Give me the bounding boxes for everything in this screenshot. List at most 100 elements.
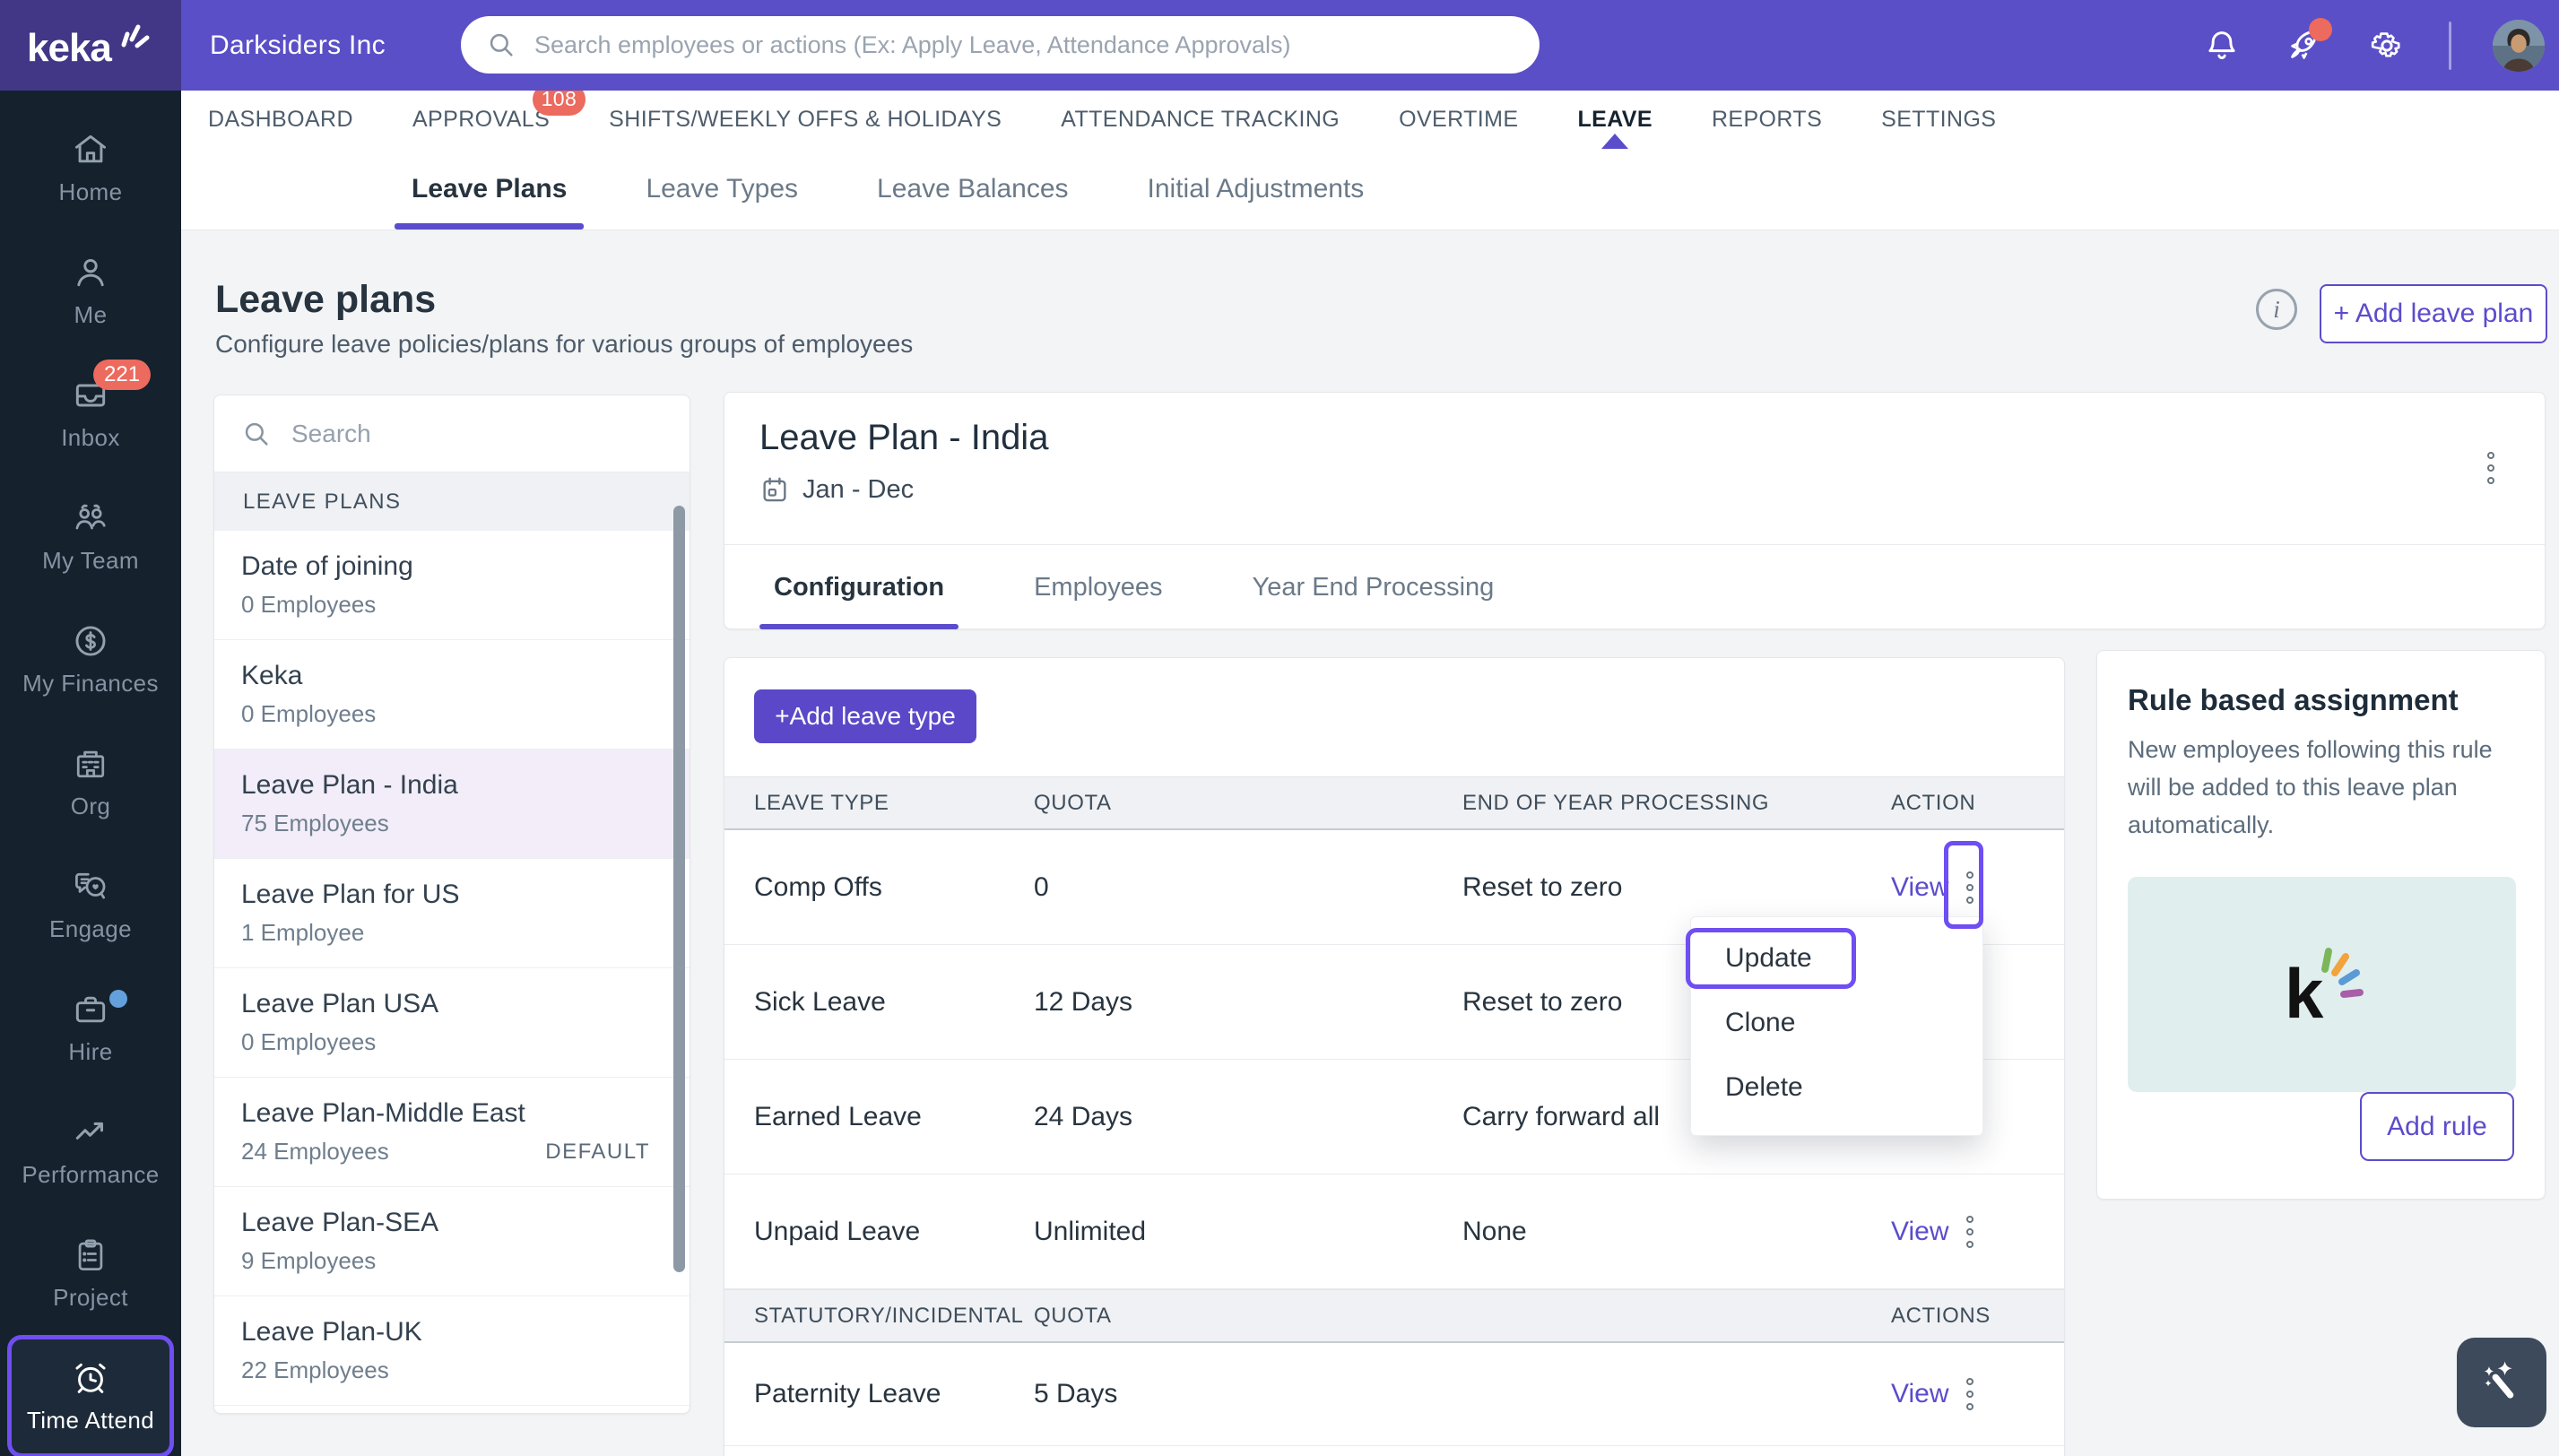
finances-icon <box>71 621 110 661</box>
plan-employee-count: 0 Employees <box>241 700 663 728</box>
plan-list-item-leave-plan-for-us[interactable]: Leave Plan for US1 Employee <box>214 859 690 968</box>
sidebar-item-performance[interactable]: Performance <box>0 1089 181 1212</box>
action-cell: View <box>1891 868 2034 907</box>
view-link[interactable]: View <box>1891 1217 1948 1247</box>
row-kebab-button[interactable] <box>1963 1374 1977 1414</box>
action-cell: View <box>1891 1374 2034 1414</box>
action-cell: View <box>1891 1212 2034 1252</box>
sidebar-item-engage[interactable]: Engage <box>0 844 181 966</box>
nav-tab-label: DASHBOARD <box>208 107 353 132</box>
nav-tab-label: SHIFTS/WEEKLY OFFS & HOLIDAYS <box>609 107 1002 132</box>
performance-icon <box>71 1113 110 1152</box>
tab-dashboard[interactable]: DASHBOARD <box>208 107 353 133</box>
plans-search[interactable] <box>214 395 690 472</box>
subtab-leave-plans[interactable]: Leave Plans <box>395 148 584 230</box>
tab-attendance-tracking[interactable]: ATTENDANCE TRACKING <box>1061 107 1340 133</box>
view-link[interactable]: View <box>1891 872 1948 903</box>
plan-period: Jan - Dec <box>759 474 2545 505</box>
row-context-menu: Update Clone Delete <box>1690 916 1983 1136</box>
add-leave-plan-button[interactable]: + Add leave plan <box>2320 284 2547 343</box>
table-row-paternity-leave: Paternity Leave5 DaysView <box>724 1343 2064 1446</box>
user-avatar[interactable] <box>2493 20 2545 72</box>
add-leave-type-button[interactable]: +Add leave type <box>754 689 976 743</box>
subtab-leave-types[interactable]: Leave Types <box>629 148 815 230</box>
col-quota: QUOTA <box>1034 791 1462 816</box>
menu-item-label: Clone <box>1725 1008 1795 1038</box>
leave-type-cell: Sick Leave <box>754 987 1034 1018</box>
global-search[interactable] <box>461 16 1540 74</box>
quota-cell: Unlimited <box>1034 1217 1462 1247</box>
plan-list-item-leave-plan-sea[interactable]: Leave Plan-SEA9 Employees <box>214 1187 690 1296</box>
sidebar-item-my-team[interactable]: My Team <box>0 475 181 598</box>
sidebar-item-time-attend[interactable]: Time Attend <box>7 1335 174 1456</box>
plan-list-item-leave-plan-usa[interactable]: Leave Plan USA0 Employees <box>214 968 690 1078</box>
plan-detail-header: Leave Plan - India Jan - Dec <box>724 393 2545 545</box>
plan-tab-year-end-processing[interactable]: Year End Processing <box>1238 545 1509 629</box>
assistant-fab[interactable] <box>2457 1338 2546 1427</box>
plan-list-item-leave-plan-india[interactable]: Leave Plan - India75 Employees <box>214 750 690 859</box>
menu-item-clone[interactable]: Clone <box>1691 991 1982 1055</box>
tab-settings[interactable]: SETTINGS <box>1881 107 1996 133</box>
active-tab-indicator <box>1601 134 1628 149</box>
nav-tab-label: OVERTIME <box>1399 107 1518 132</box>
plans-scrollbar[interactable] <box>673 506 685 1272</box>
plan-name: Leave Plan-UK <box>241 1317 663 1348</box>
leave-type-cell: Comp Offs <box>754 872 1034 903</box>
tab-shifts-weekly-offs-holidays[interactable]: SHIFTS/WEEKLY OFFS & HOLIDAYS <box>609 107 1002 133</box>
nav-tab-label: SETTINGS <box>1881 107 1996 132</box>
active-plan-tab-underline <box>759 624 959 629</box>
hire-notification-dot <box>109 990 127 1008</box>
sidebar-nav: HomeMe221InboxMy TeamMy FinancesOrgEngag… <box>0 91 181 1456</box>
sidebar-item-org[interactable]: Org <box>0 721 181 844</box>
gear-icon <box>2367 26 2407 65</box>
menu-item-delete[interactable]: Delete <box>1691 1055 1982 1120</box>
subtab-initial-adjustments[interactable]: Initial Adjustments <box>1131 148 1382 230</box>
plan-list-item-date-of-joining[interactable]: Date of joining0 Employees <box>214 531 690 640</box>
plan-tab-employees[interactable]: Employees <box>1019 545 1176 629</box>
plan-list-item-leave-plan-uk[interactable]: Leave Plan-UK22 Employees <box>214 1296 690 1406</box>
info-icon[interactable]: i <box>2256 289 2297 330</box>
settings-button[interactable] <box>2366 25 2407 66</box>
subtab-leave-balances[interactable]: Leave Balances <box>860 148 1086 230</box>
sidebar-item-project[interactable]: Project <box>0 1212 181 1335</box>
team-icon <box>71 498 110 538</box>
plan-tab-configuration[interactable]: Configuration <box>759 545 959 629</box>
nav-tab-label: APPROVALS <box>412 107 550 132</box>
plan-name: Keka <box>241 661 663 691</box>
add-rule-button[interactable]: Add rule <box>2360 1092 2514 1161</box>
plan-list-item-keka[interactable]: Keka 0 Employees <box>214 640 690 750</box>
global-search-input[interactable] <box>533 30 1531 60</box>
hire-icon <box>71 990 110 1029</box>
plans-search-input[interactable] <box>290 419 663 449</box>
sidebar-item-me[interactable]: Me <box>0 230 181 352</box>
view-link[interactable]: View <box>1891 1379 1948 1409</box>
org-icon <box>71 744 110 784</box>
keka-logo[interactable]: keka <box>0 0 181 91</box>
top-header: Darksiders Inc <box>181 0 2559 91</box>
tab-reports[interactable]: REPORTS <box>1712 107 1822 133</box>
plan-menu-button[interactable] <box>2484 448 2498 488</box>
svg-text:k: k <box>2285 954 2324 1033</box>
calendar-icon <box>759 474 790 505</box>
sidebar-item-label: Hire <box>68 1038 112 1066</box>
menu-item-update[interactable]: Update <box>1691 926 1982 991</box>
sidebar-item-inbox[interactable]: 221Inbox <box>0 352 181 475</box>
plan-tab-label: Year End Processing <box>1253 573 1495 602</box>
subtab-label: Initial Adjustments <box>1148 174 1365 204</box>
plan-list-item-leave-plan-middle-east[interactable]: Leave Plan-Middle East24 EmployeesDEFAUL… <box>214 1078 690 1187</box>
svg-text:keka: keka <box>27 26 112 70</box>
tab-overtime[interactable]: OVERTIME <box>1399 107 1518 133</box>
rule-assignment-panel: Rule based assignment New employees foll… <box>2096 650 2546 1200</box>
bell-icon <box>2203 27 2241 65</box>
sidebar-item-home[interactable]: Home <box>0 107 181 230</box>
sidebar-item-hire[interactable]: Hire <box>0 966 181 1089</box>
notifications-button[interactable] <box>2201 25 2242 66</box>
row-kebab-button[interactable] <box>1963 1212 1977 1252</box>
sidebar-item-my-finances[interactable]: My Finances <box>0 598 181 721</box>
whats-new-button[interactable] <box>2284 25 2325 66</box>
page-title: Leave plans <box>215 278 436 322</box>
tab-approvals[interactable]: APPROVALS108 <box>412 107 550 133</box>
tab-leave[interactable]: LEAVE <box>1577 107 1653 133</box>
row-kebab-button[interactable] <box>1963 868 1977 907</box>
quota-cell: 12 Days <box>1034 987 1462 1018</box>
